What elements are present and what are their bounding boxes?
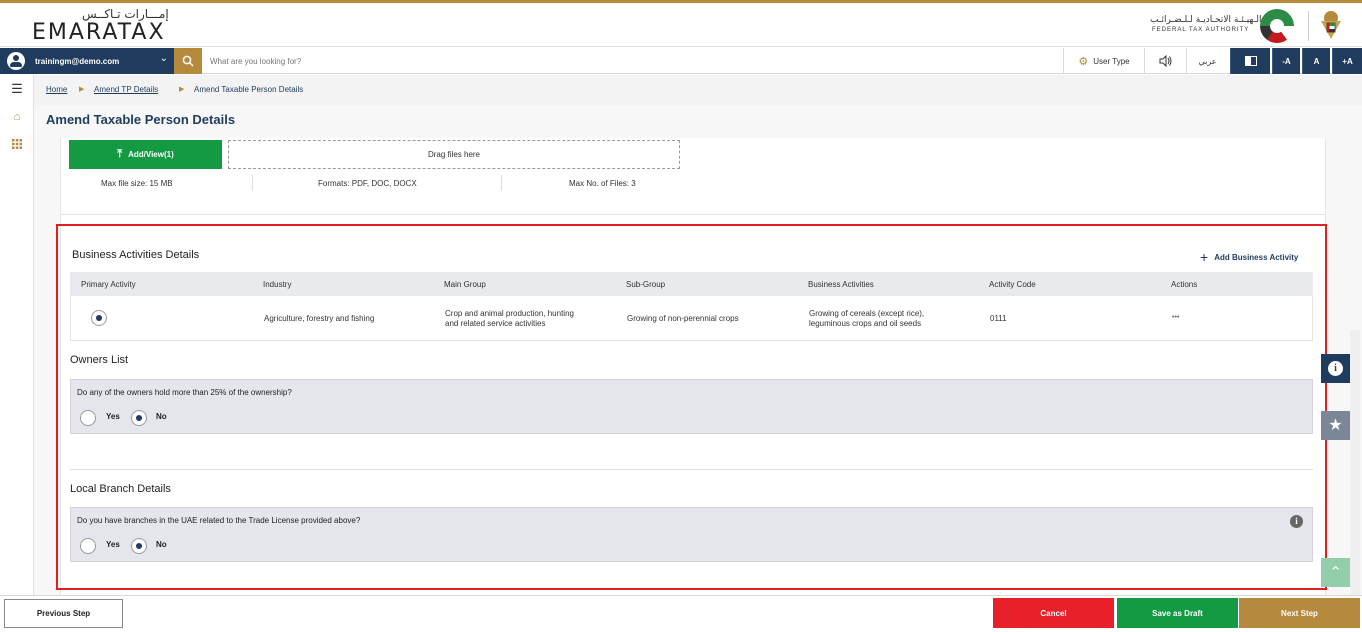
header-divider (1308, 11, 1309, 41)
fta-name-arabic: الـهيـئـة الاتحـاديـة لـلـضـرائـب (1150, 15, 1262, 25)
speaker-icon[interactable] (1144, 48, 1186, 74)
highlight-frame (56, 224, 1327, 590)
font-decrease-button[interactable]: -A (1272, 48, 1300, 74)
save-draft-button[interactable]: Save as Draft (1117, 598, 1238, 628)
left-sidebar: ☰ ⌂ (0, 75, 34, 595)
info-divider (501, 175, 502, 191)
info-divider (252, 175, 253, 191)
fta-logo-icon (1260, 9, 1294, 43)
file-formats: Formats: PDF, DOC, DOCX (318, 179, 417, 188)
hamburger-menu-icon[interactable]: ☰ (0, 81, 34, 97)
previous-step-button[interactable]: Previous Step (4, 599, 123, 628)
breadcrumb-current: Amend Taxable Person Details (194, 85, 304, 94)
gear-icon: ⚙ (1078, 55, 1089, 68)
user-type-button[interactable]: ⚙ User Type (1063, 48, 1144, 74)
language-toggle[interactable]: عربي (1186, 48, 1228, 74)
add-view-label: Add/View(1) (128, 150, 174, 159)
contrast-icon (1244, 56, 1257, 66)
user-email: trainingm@demo.com (35, 56, 120, 66)
breadcrumb-arrow-icon: ▶ (79, 86, 85, 93)
breadcrumb-home[interactable]: Home (46, 85, 67, 94)
user-type-label: User Type (1093, 56, 1130, 66)
add-view-files-button[interactable]: ⤒ Add/View(1) (69, 140, 222, 169)
max-file-size: Max file size: 15 MB (101, 179, 173, 188)
emaratax-logo-arabic: إمـــارات تـاكــس (82, 7, 169, 21)
site-header: إمـــارات تـاكــس EMARATAX الـهيـئـة الا… (0, 3, 1362, 47)
search-button[interactable] (174, 48, 202, 74)
speaker-icon-glyph (1159, 55, 1171, 67)
info-icon: i (1328, 361, 1343, 376)
floating-info-button[interactable]: i (1321, 354, 1350, 383)
font-normal-label: A (1313, 56, 1320, 66)
chevron-down-icon[interactable]: ⌄ (160, 53, 168, 64)
search-input[interactable] (210, 53, 710, 69)
scroll-to-top-icon[interactable]: ⌃ (1321, 558, 1350, 587)
scrollbar[interactable] (1350, 330, 1360, 595)
footer-bar: Previous Step Cancel Save as Draft Next … (0, 595, 1362, 632)
user-avatar-icon (7, 52, 25, 70)
fta-name-english: FEDERAL TAX AUTHORITY (1152, 27, 1250, 33)
file-drop-zone[interactable]: Drag files here (228, 140, 680, 169)
grid-icon-glyph (12, 139, 22, 149)
next-step-button[interactable]: Next Step (1239, 598, 1360, 628)
font-increase-button[interactable]: +A (1332, 48, 1362, 74)
font-decrease-label: -A (1282, 56, 1291, 66)
max-file-count: Max No. of Files: 3 (569, 179, 636, 188)
page-title: Amend Taxable Person Details (46, 112, 236, 127)
section-divider (60, 214, 1326, 215)
emaratax-logo[interactable]: EMARATAX (32, 20, 166, 45)
top-navbar: trainingm@demo.com ⌄ ⚙ User Type عربي -A… (0, 48, 1362, 74)
uae-emblem-icon (1321, 11, 1341, 39)
contrast-toggle[interactable] (1230, 48, 1270, 74)
home-icon[interactable]: ⌂ (0, 111, 34, 123)
arabic-label: عربي (1198, 56, 1217, 66)
grid-apps-icon[interactable] (0, 139, 34, 152)
breadcrumb: Home ▶ Amend TP Details ▶ Amend Taxable … (34, 75, 1362, 105)
drop-zone-text: Drag files here (427, 150, 481, 159)
font-normal-button[interactable]: A (1302, 48, 1330, 74)
breadcrumb-arrow-icon: ▶ (179, 86, 185, 93)
search-icon (182, 55, 194, 67)
favorite-star-icon[interactable]: ★ (1321, 411, 1350, 440)
cancel-button[interactable]: Cancel (993, 598, 1114, 628)
font-increase-label: +A (1342, 56, 1353, 66)
upload-icon: ⤒ (117, 148, 123, 160)
user-menu[interactable]: trainingm@demo.com ⌄ (0, 48, 174, 74)
breadcrumb-amend-tp[interactable]: Amend TP Details (94, 85, 158, 94)
